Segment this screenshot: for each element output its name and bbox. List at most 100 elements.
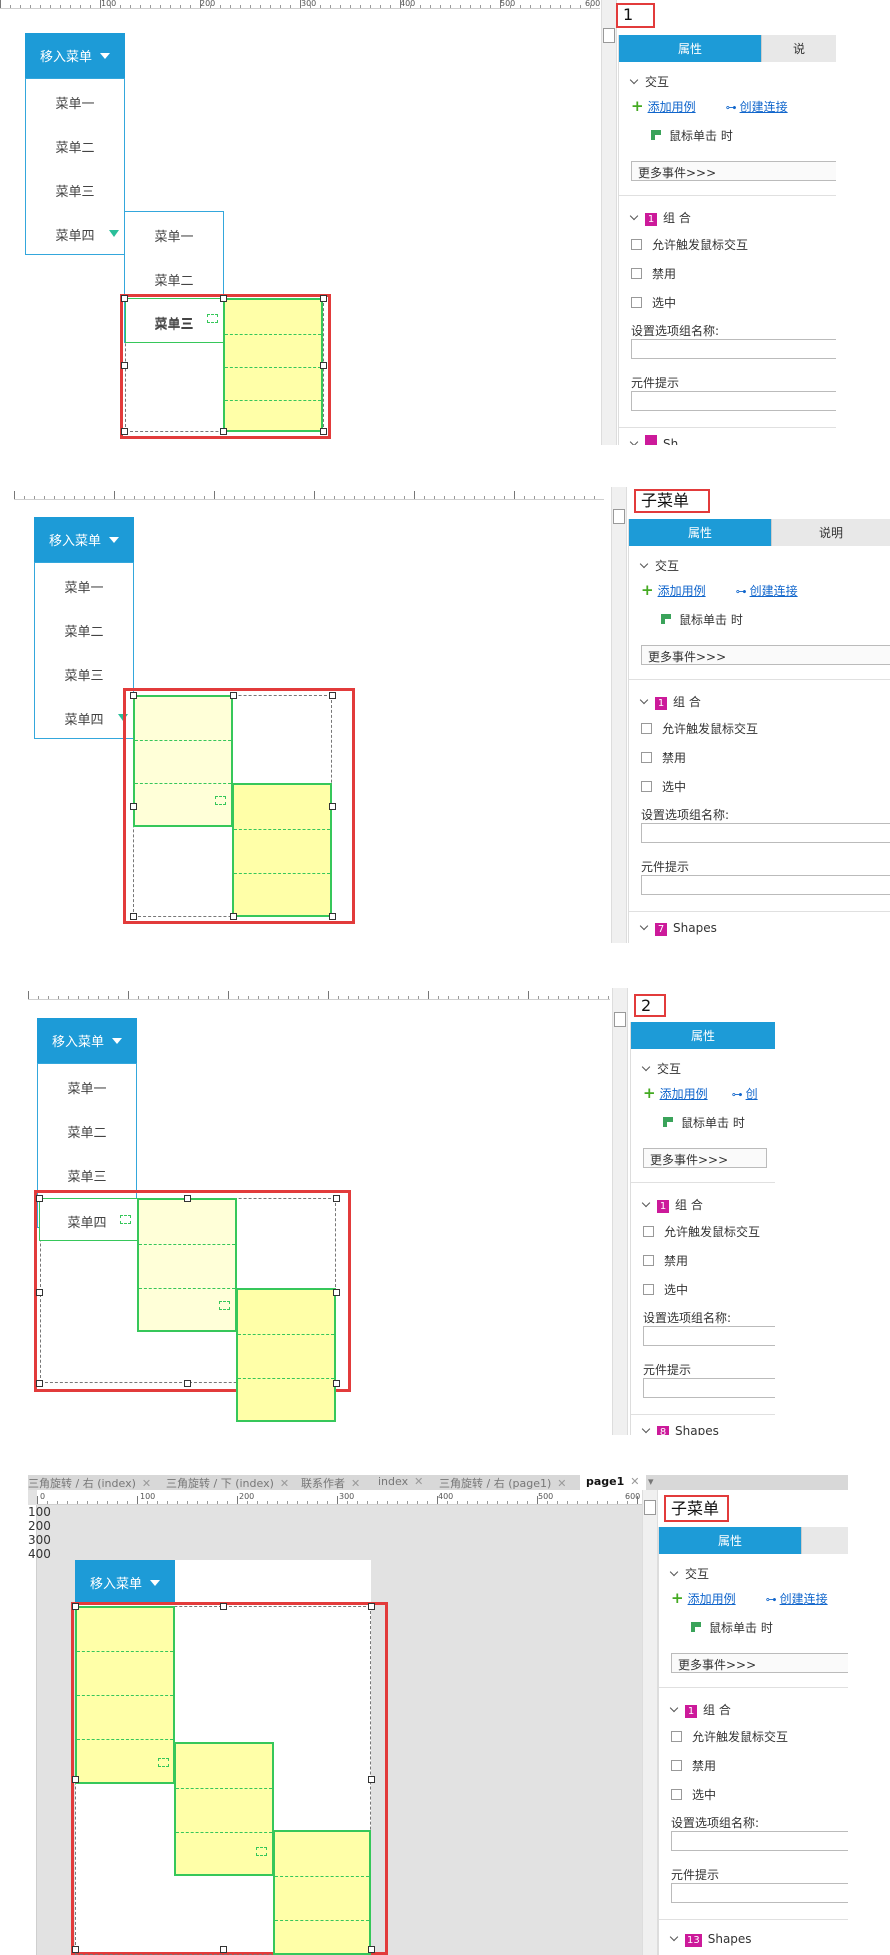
resize-handle[interactable] [329, 692, 336, 699]
more-events-dropdown[interactable]: 更多事件>>> [631, 161, 836, 181]
tab-notes[interactable] [801, 1527, 848, 1554]
option-group-input[interactable] [641, 823, 890, 843]
resize-handle[interactable] [184, 1380, 191, 1387]
close-icon[interactable]: ✕ [280, 1477, 289, 1490]
checkbox[interactable] [643, 1284, 654, 1295]
tab-notes[interactable]: 说 [761, 35, 836, 62]
checkbox[interactable] [671, 1731, 682, 1742]
vertical-scrollbar[interactable] [611, 487, 627, 943]
menu-item-2[interactable]: 菜单二 [38, 1122, 136, 1141]
group-section-header[interactable]: 1 组 合 [629, 209, 691, 226]
disabled-checkbox[interactable]: 禁用 [641, 749, 686, 766]
doc-tab[interactable]: 三角旋转 / 下 (index) ✕ [166, 1475, 289, 1490]
resize-handle[interactable] [368, 1946, 375, 1953]
scrollbar-thumb[interactable] [603, 28, 615, 43]
add-case-link[interactable]: 添加用例 [648, 100, 696, 114]
selected-checkbox[interactable]: 选中 [641, 778, 686, 795]
on-click-event[interactable]: 鼠标单击 时 [661, 611, 743, 628]
on-click-event[interactable]: 鼠标单击 时 [651, 127, 733, 144]
more-events-dropdown[interactable]: 更多事件>>> [641, 645, 890, 665]
resize-handle[interactable] [130, 692, 137, 699]
checkbox[interactable] [671, 1789, 682, 1800]
menu-trigger-button[interactable]: 移入菜单 [75, 1560, 175, 1605]
checkbox[interactable] [643, 1226, 654, 1237]
option-group-input[interactable] [671, 1831, 848, 1851]
resize-handle[interactable] [121, 295, 128, 302]
resize-handle[interactable] [184, 1195, 191, 1202]
resize-handle[interactable] [220, 1946, 227, 1953]
resize-handle[interactable] [320, 362, 327, 369]
allow-trigger-checkbox[interactable]: 允许触发鼠标交互 [631, 236, 748, 253]
close-icon[interactable]: ✕ [557, 1477, 566, 1490]
resize-handle[interactable] [36, 1380, 43, 1387]
menu-item-2[interactable]: 菜单二 [26, 137, 124, 156]
resize-handle[interactable] [72, 1776, 79, 1783]
more-events-dropdown[interactable]: 更多事件>>> [643, 1148, 767, 1168]
resize-handle[interactable] [329, 913, 336, 920]
create-link-link[interactable]: 创建连接 [740, 100, 788, 114]
tab-properties[interactable]: 属性 [631, 1022, 775, 1049]
doc-tab[interactable]: index ✕ [378, 1475, 423, 1490]
shape-block[interactable] [223, 298, 323, 432]
add-case-link[interactable]: 添加用例 [660, 1087, 708, 1101]
shape-block[interactable] [232, 783, 332, 917]
close-icon[interactable]: ✕ [142, 1477, 151, 1490]
tab-overflow-icon[interactable]: ▾ [648, 1475, 654, 1490]
doc-tab-active[interactable]: page1 ✕ [580, 1475, 646, 1490]
resize-handle[interactable] [220, 428, 227, 435]
resize-handle[interactable] [333, 1289, 340, 1296]
create-link-link[interactable]: 创建连接 [750, 584, 798, 598]
on-click-event[interactable]: 鼠标单击 时 [663, 1114, 745, 1131]
selected-checkbox[interactable]: 选中 [671, 1786, 716, 1803]
vertical-scrollbar[interactable] [612, 988, 628, 1435]
vertical-scrollbar[interactable] [601, 0, 617, 445]
tooltip-input[interactable] [671, 1883, 848, 1903]
shape-block[interactable] [133, 695, 233, 827]
resize-handle[interactable] [230, 692, 237, 699]
doc-tab[interactable]: 联系作者 ✕ [301, 1475, 360, 1490]
checkbox[interactable] [671, 1760, 682, 1771]
checkbox[interactable] [631, 297, 642, 308]
create-link-link[interactable]: 创 [746, 1087, 758, 1101]
resize-handle[interactable] [368, 1603, 375, 1610]
group-section-header[interactable]: 1 组 合 [639, 693, 701, 710]
close-icon[interactable]: ✕ [351, 1477, 360, 1490]
menu-item-2[interactable]: 菜单二 [35, 621, 133, 640]
checkbox[interactable] [643, 1255, 654, 1266]
design-canvas[interactable]: 0 100 200 300 400 500 600 100 200 300 40… [28, 1490, 642, 1955]
resize-handle[interactable] [130, 803, 137, 810]
tab-properties[interactable]: 属性 [629, 519, 771, 546]
interaction-section-header[interactable]: 交互 [629, 73, 669, 90]
group-section-header[interactable]: 1 组 合 [669, 1701, 731, 1718]
selected-checkbox[interactable]: 选中 [631, 294, 676, 311]
add-case-link[interactable]: 添加用例 [688, 1592, 736, 1606]
close-icon[interactable]: ✕ [630, 1475, 639, 1488]
allow-trigger-checkbox[interactable]: 允许触发鼠标交互 [671, 1728, 788, 1745]
create-link-link[interactable]: 创建连接 [780, 1592, 828, 1606]
interaction-section-header[interactable]: 交互 [669, 1565, 709, 1582]
resize-handle[interactable] [320, 428, 327, 435]
disabled-checkbox[interactable]: 禁用 [643, 1252, 688, 1269]
shapes-section-header[interactable]: 13 Shapes [669, 1932, 752, 1947]
close-icon[interactable]: ✕ [414, 1475, 423, 1488]
submenu-item-2[interactable]: 菜单二 [125, 270, 223, 289]
menu-trigger-button[interactable]: 移入菜单 [34, 517, 134, 562]
tooltip-input[interactable] [641, 875, 890, 895]
option-group-input[interactable] [631, 339, 836, 359]
tooltip-input[interactable] [643, 1378, 775, 1398]
shapes-section-header[interactable]: Sh [629, 435, 678, 445]
tab-properties[interactable]: 属性 [619, 35, 761, 62]
submenu-item-1[interactable]: 菜单一 [125, 226, 223, 245]
checkbox[interactable] [641, 723, 652, 734]
checkbox[interactable] [641, 752, 652, 763]
resize-handle[interactable] [220, 295, 227, 302]
on-click-event[interactable]: 鼠标单击 时 [691, 1619, 773, 1636]
doc-tab[interactable]: 三角旋转 / 右 (index) ✕ [28, 1475, 151, 1490]
shape-block[interactable] [236, 1288, 336, 1422]
add-case-link[interactable]: 添加用例 [658, 584, 706, 598]
tooltip-input[interactable] [631, 391, 836, 411]
resize-handle[interactable] [230, 913, 237, 920]
option-group-input[interactable] [643, 1326, 775, 1346]
checkbox[interactable] [631, 268, 642, 279]
menu-item-1[interactable]: 菜单一 [26, 93, 124, 112]
